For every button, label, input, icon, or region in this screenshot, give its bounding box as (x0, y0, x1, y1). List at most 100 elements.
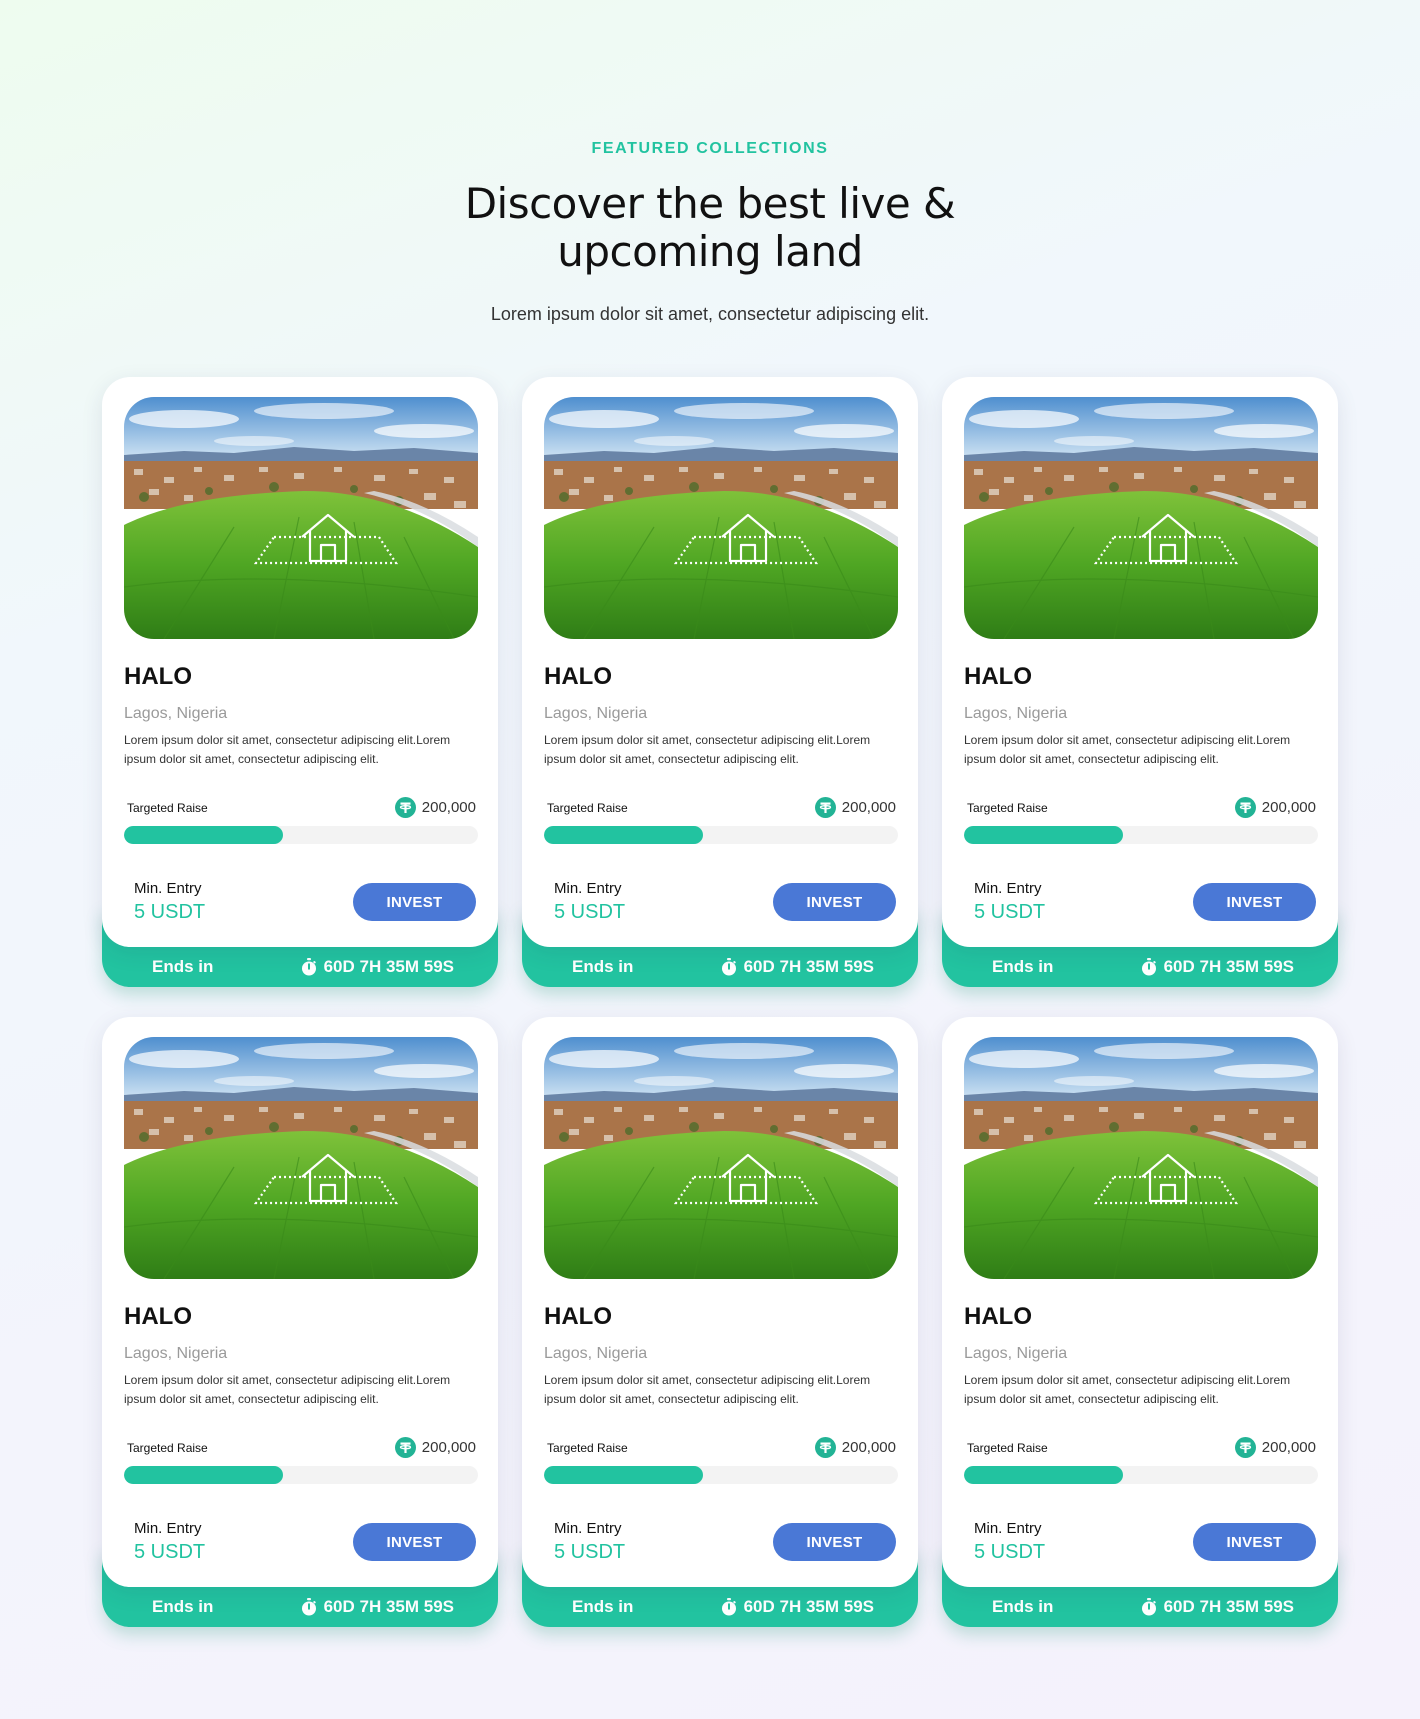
min-entry-row: Min. Entry 5 USDT INVEST (544, 1520, 898, 1564)
invest-button[interactable]: INVEST (773, 883, 896, 921)
raise-progress-fill (124, 1466, 284, 1484)
targeted-raise-row: Targeted Raise 200,000 (964, 1437, 1318, 1458)
targeted-raise-amount-group: 200,000 (394, 797, 476, 818)
card-body: HALO Lagos, Nigeria Lorem ipsum dolor si… (942, 1017, 1338, 1587)
min-entry-row: Min. Entry 5 USDT INVEST (124, 1520, 478, 1564)
card-title: HALO (544, 1303, 612, 1330)
targeted-raise-row: Targeted Raise 200,000 (964, 797, 1318, 818)
countdown-value: 60D 7H 35M 59S (323, 957, 454, 976)
card-description: Lorem ipsum dolor sit amet, consectetur … (964, 1373, 1291, 1406)
land-card: Ends in 60D 7H 35M 59S HALO Lagos, Niger… (522, 377, 918, 987)
tether-coin-icon (394, 797, 416, 818)
stopwatch-icon (721, 958, 737, 976)
min-entry-value: 5 USDT (974, 901, 1046, 923)
card-location: Lagos, Nigeria (544, 1345, 648, 1362)
card-location: Lagos, Nigeria (964, 1345, 1068, 1362)
targeted-raise-amount-group: 200,000 (394, 1437, 476, 1458)
min-entry-group: Min. Entry 5 USDT (554, 880, 625, 924)
section-eyebrow: FEATURED COLLECTIONS (591, 140, 829, 157)
targeted-raise-amount-group: 200,000 (814, 1437, 896, 1458)
min-entry-label: Min. Entry (974, 880, 1042, 897)
card-body: HALO Lagos, Nigeria Lorem ipsum dolor si… (102, 377, 498, 947)
land-card: Ends in 60D 7H 35M 59S HALO Lagos, Niger… (102, 1017, 498, 1627)
min-entry-label: Min. Entry (134, 1520, 202, 1537)
countdown-group: 60D 7H 35M 59S (1141, 1597, 1294, 1617)
min-entry-group: Min. Entry 5 USDT (134, 880, 205, 924)
min-entry-value: 5 USDT (554, 1541, 626, 1563)
raise-progress-bar (964, 1466, 1318, 1484)
targeted-raise-amount-group: 200,000 (1234, 797, 1316, 818)
countdown-group: 60D 7H 35M 59S (301, 1597, 454, 1617)
min-entry-value: 5 USDT (974, 1541, 1046, 1563)
targeted-raise-amount-group: 200,000 (814, 797, 896, 818)
min-entry-value: 5 USDT (554, 901, 626, 923)
stopwatch-icon (1141, 958, 1157, 976)
tether-coin-icon (1234, 1437, 1256, 1458)
card-body: HALO Lagos, Nigeria Lorem ipsum dolor si… (522, 1017, 918, 1587)
countdown-group: 60D 7H 35M 59S (301, 957, 454, 977)
land-card: Ends in 60D 7H 35M 59S HALO Lagos, Niger… (942, 1017, 1338, 1627)
targeted-raise-label: Targeted Raise (967, 800, 1048, 815)
min-entry-label: Min. Entry (134, 880, 202, 897)
min-entry-value: 5 USDT (134, 1541, 206, 1563)
targeted-raise-amount: 200,000 (421, 799, 476, 816)
ends-in-label: Ends in (992, 957, 1054, 976)
land-photo (544, 397, 898, 639)
invest-button[interactable]: INVEST (773, 1523, 896, 1561)
targeted-raise-row: Targeted Raise 200,000 (544, 1437, 898, 1458)
card-description: Lorem ipsum dolor sit amet, consectetur … (124, 733, 451, 766)
targeted-raise-amount: 200,000 (1261, 799, 1316, 816)
card-location: Lagos, Nigeria (124, 705, 228, 722)
stopwatch-icon (1141, 1598, 1157, 1616)
min-entry-label: Min. Entry (554, 1520, 622, 1537)
targeted-raise-row: Targeted Raise 200,000 (124, 797, 478, 818)
min-entry-group: Min. Entry 5 USDT (974, 1520, 1045, 1564)
section-header: FEATURED COLLECTIONS Discover the best l… (0, 0, 1420, 325)
raise-progress-bar (964, 826, 1318, 844)
section-subline: Lorem ipsum dolor sit amet, consectetur … (490, 304, 930, 324)
card-description: Lorem ipsum dolor sit amet, consectetur … (544, 1373, 871, 1406)
tether-coin-icon (814, 797, 836, 818)
stopwatch-icon (301, 1598, 317, 1616)
targeted-raise-amount: 200,000 (421, 1439, 476, 1456)
ends-in-label: Ends in (572, 1597, 634, 1616)
countdown-value: 60D 7H 35M 59S (323, 1597, 454, 1616)
invest-button[interactable]: INVEST (353, 1523, 476, 1561)
card-location: Lagos, Nigeria (544, 705, 648, 722)
tether-coin-icon (1234, 797, 1256, 818)
card-description: Lorem ipsum dolor sit amet, consectetur … (964, 733, 1291, 766)
invest-button[interactable]: INVEST (1193, 883, 1316, 921)
ends-in-label: Ends in (992, 1597, 1054, 1616)
countdown-group: 60D 7H 35M 59S (1141, 957, 1294, 977)
ends-in-label: Ends in (572, 957, 634, 976)
card-title: HALO (964, 1303, 1032, 1330)
land-photo (964, 1037, 1318, 1279)
land-photo (544, 1037, 898, 1279)
min-entry-label: Min. Entry (554, 880, 622, 897)
card-location: Lagos, Nigeria (964, 705, 1068, 722)
invest-button[interactable]: INVEST (353, 883, 476, 921)
targeted-raise-label: Targeted Raise (127, 800, 208, 815)
targeted-raise-amount: 200,000 (841, 799, 896, 816)
countdown-value: 60D 7H 35M 59S (1163, 957, 1294, 976)
min-entry-group: Min. Entry 5 USDT (974, 880, 1045, 924)
targeted-raise-label: Targeted Raise (127, 1440, 208, 1455)
targeted-raise-amount: 200,000 (841, 1439, 896, 1456)
tether-coin-icon (394, 1437, 416, 1458)
land-card: Ends in 60D 7H 35M 59S HALO Lagos, Niger… (102, 377, 498, 987)
min-entry-group: Min. Entry 5 USDT (134, 1520, 205, 1564)
ends-in-label: Ends in (152, 1597, 214, 1616)
raise-progress-bar (544, 1466, 898, 1484)
min-entry-row: Min. Entry 5 USDT INVEST (964, 880, 1318, 924)
targeted-raise-row: Targeted Raise 200,000 (124, 1437, 478, 1458)
card-description: Lorem ipsum dolor sit amet, consectetur … (544, 733, 871, 766)
raise-progress-fill (964, 826, 1124, 844)
countdown-group: 60D 7H 35M 59S (721, 1597, 874, 1617)
countdown-group: 60D 7H 35M 59S (721, 957, 874, 977)
invest-button[interactable]: INVEST (1193, 1523, 1316, 1561)
raise-progress-bar (124, 1466, 478, 1484)
targeted-raise-amount: 200,000 (1261, 1439, 1316, 1456)
countdown-value: 60D 7H 35M 59S (1163, 1597, 1294, 1616)
land-photo (964, 397, 1318, 639)
min-entry-row: Min. Entry 5 USDT INVEST (964, 1520, 1318, 1564)
